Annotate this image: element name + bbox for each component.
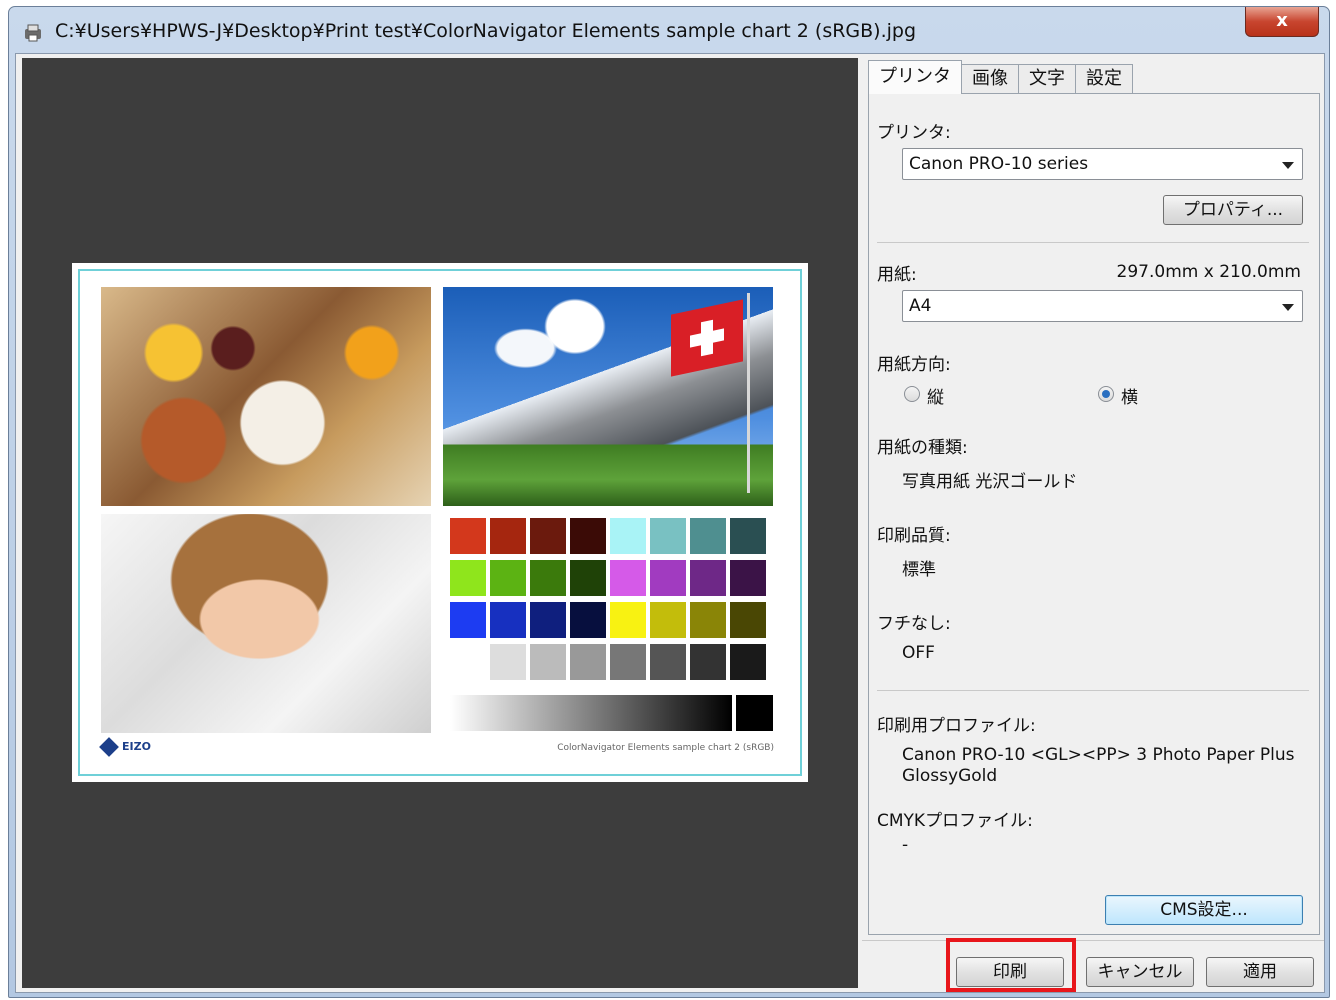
color-swatch — [570, 644, 606, 680]
dialog-button-bar: 印刷 キャンセル 適用 — [862, 940, 1324, 990]
swiss-flag — [671, 299, 743, 377]
color-swatch — [650, 602, 686, 638]
tab-text[interactable]: 文字 — [1018, 64, 1076, 94]
dialog-client-area: EIZO ColorNavigator Elements sample char… — [15, 53, 1325, 993]
color-swatch — [610, 602, 646, 638]
color-swatch — [490, 602, 526, 638]
paper-select[interactable]: A4 — [902, 290, 1303, 322]
color-swatch — [450, 560, 486, 596]
color-swatch — [610, 560, 646, 596]
print-button-highlight — [946, 938, 1076, 992]
color-swatch — [610, 518, 646, 554]
apply-button[interactable]: 適用 — [1206, 957, 1314, 987]
separator — [877, 690, 1309, 691]
color-swatch — [530, 560, 566, 596]
window-title: C:¥Users¥HPWS-J¥Desktop¥Print test¥Color… — [55, 20, 917, 42]
eizo-logo: EIZO — [99, 737, 151, 757]
borderless-value: OFF — [902, 643, 935, 663]
landscape-radio[interactable] — [1098, 386, 1114, 402]
color-swatch — [490, 518, 526, 554]
separator — [877, 242, 1309, 243]
swatch-row — [450, 518, 773, 554]
flagpole — [747, 293, 750, 493]
color-swatch — [570, 602, 606, 638]
color-swatch — [530, 518, 566, 554]
tab-settings[interactable]: 設定 — [1075, 64, 1133, 94]
color-swatch — [730, 560, 766, 596]
black-patch — [736, 695, 773, 731]
color-swatch — [570, 518, 606, 554]
paper-type-label: 用紙の種類: — [877, 438, 968, 458]
color-swatch — [450, 602, 486, 638]
swatch-row — [450, 602, 773, 638]
chevron-down-icon — [1282, 162, 1294, 169]
quality-label: 印刷品質: — [877, 526, 951, 546]
cms-settings-button[interactable]: CMS設定... — [1105, 895, 1303, 925]
printer-label: プリンタ: — [877, 123, 951, 143]
color-swatch — [690, 560, 726, 596]
color-swatch — [650, 560, 686, 596]
chevron-down-icon — [1282, 304, 1294, 311]
cmyk-profile-value: - — [902, 835, 909, 855]
paper-type-value: 写真用紙 光沢ゴールド — [902, 472, 1078, 492]
printer-select-value: Canon PRO-10 series — [909, 154, 1089, 174]
print-profile-value-line1: Canon PRO-10 <GL><PP> 3 Photo Paper Plus — [902, 745, 1295, 765]
child-photo — [101, 514, 431, 733]
paper-select-value: A4 — [909, 296, 932, 316]
color-swatch — [570, 560, 606, 596]
portrait-label[interactable]: 縦 — [927, 383, 944, 408]
color-swatch — [650, 518, 686, 554]
print-dialog-window: C:¥Users¥HPWS-J¥Desktop¥Print test¥Color… — [8, 6, 1330, 998]
settings-panel: プリンタ 画像 文字 設定 プリンタ: Canon PRO-10 series … — [862, 54, 1324, 940]
color-swatch — [490, 644, 526, 680]
properties-button[interactable]: プロパティ... — [1163, 195, 1303, 225]
color-swatch — [730, 518, 766, 554]
mountain-photo — [443, 287, 773, 506]
quality-value: 標準 — [902, 560, 936, 580]
color-swatch — [610, 644, 646, 680]
food-photo — [101, 287, 431, 506]
landscape-label[interactable]: 横 — [1121, 383, 1138, 408]
eizo-logo-text: EIZO — [122, 740, 151, 753]
printer-tab-panel: プリンタ: Canon PRO-10 series プロパティ... 用紙: 2… — [868, 93, 1320, 935]
color-swatch — [650, 644, 686, 680]
tab-printer[interactable]: プリンタ — [868, 60, 962, 94]
color-swatch — [530, 644, 566, 680]
grayscale-gradient — [450, 695, 732, 731]
orientation-label: 用紙方向: — [877, 355, 951, 375]
title-bar[interactable]: C:¥Users¥HPWS-J¥Desktop¥Print test¥Color… — [9, 7, 1329, 53]
swatch-row — [450, 644, 773, 680]
print-profile-label: 印刷用プロファイル: — [877, 716, 1036, 736]
color-swatch — [730, 602, 766, 638]
paper-size-text: 297.0mm x 210.0mm — [1116, 262, 1301, 282]
color-swatch — [690, 644, 726, 680]
swatch-row — [450, 560, 773, 596]
close-button[interactable]: x — [1245, 7, 1319, 37]
paper-label: 用紙: — [877, 265, 917, 285]
app-icon — [25, 24, 41, 42]
print-profile-value-line2: GlossyGold — [902, 766, 998, 786]
print-preview-area: EIZO ColorNavigator Elements sample char… — [22, 58, 858, 988]
cancel-button[interactable]: キャンセル — [1086, 957, 1194, 987]
color-swatch — [450, 518, 486, 554]
color-swatch — [690, 602, 726, 638]
color-swatch — [730, 644, 766, 680]
portrait-radio[interactable] — [904, 386, 920, 402]
eizo-logo-mark — [99, 737, 119, 757]
color-swatch — [690, 518, 726, 554]
printer-select[interactable]: Canon PRO-10 series — [902, 148, 1303, 180]
tab-image[interactable]: 画像 — [961, 64, 1019, 94]
settings-tabs: プリンタ 画像 文字 設定 — [868, 60, 1133, 94]
borderless-label: フチなし: — [877, 614, 951, 634]
preview-paper: EIZO ColorNavigator Elements sample char… — [72, 263, 808, 782]
color-swatch — [490, 560, 526, 596]
color-swatches — [450, 518, 773, 686]
chart-caption: ColorNavigator Elements sample chart 2 (… — [557, 743, 774, 753]
color-swatch — [450, 644, 486, 680]
color-swatch — [530, 602, 566, 638]
cmyk-profile-label: CMYKプロファイル: — [877, 811, 1033, 831]
